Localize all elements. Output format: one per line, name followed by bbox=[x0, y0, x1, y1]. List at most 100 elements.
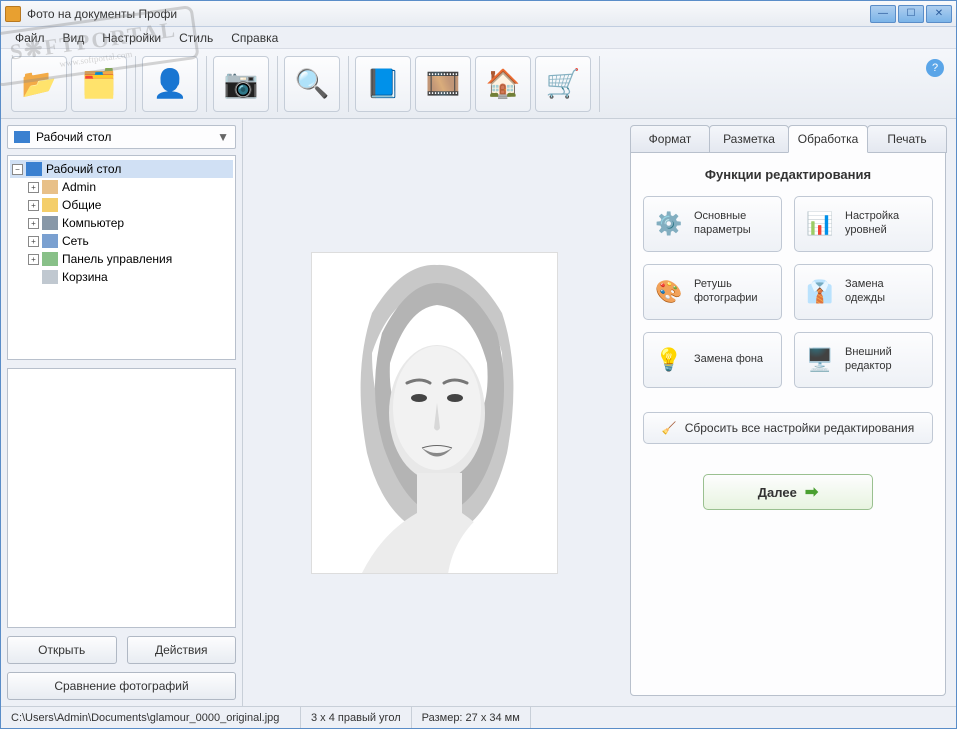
toolbar: 📂 🗂️ 👤 📷 🔍 📘 🎞️ 🏠 🛒 ? bbox=[1, 49, 956, 119]
func-label: Ретушь фотографии bbox=[694, 278, 771, 306]
tabs: Формат Разметка Обработка Печать bbox=[630, 125, 946, 153]
shopping-cart-icon: 🛒 bbox=[546, 67, 581, 100]
toolbar-cart[interactable]: 🛒 bbox=[535, 56, 591, 112]
location-combo[interactable]: Рабочий стол ▼ bbox=[7, 125, 236, 149]
app-icon bbox=[5, 6, 21, 22]
menu-view[interactable]: Вид bbox=[55, 29, 93, 47]
func-label: Замена одежды bbox=[845, 278, 922, 306]
func-label: Настройка уровней bbox=[845, 210, 922, 238]
function-grid: ⚙️ Основные параметры 📊 Настройка уровне… bbox=[643, 196, 933, 388]
titlebar: Фото на документы Профи — ☐ ✕ bbox=[1, 1, 956, 27]
window-title: Фото на документы Профи bbox=[27, 7, 870, 21]
main-content: Рабочий стол ▼ − Рабочий стол + Admin + … bbox=[1, 119, 956, 706]
expand-icon[interactable]: + bbox=[28, 200, 39, 211]
tree-item-computer[interactable]: + Компьютер bbox=[10, 214, 233, 232]
func-levels[interactable]: 📊 Настройка уровней bbox=[794, 196, 933, 252]
tree-item-label: Корзина bbox=[62, 270, 108, 284]
func-retouch[interactable]: 🎨 Ретушь фотографии bbox=[643, 264, 782, 320]
toolbar-magnifier[interactable]: 🔍 bbox=[284, 56, 340, 112]
left-panel: Рабочий стол ▼ − Рабочий стол + Admin + … bbox=[1, 119, 243, 706]
tab-format[interactable]: Формат bbox=[630, 125, 710, 153]
levels-icon: 📊 bbox=[805, 209, 835, 239]
user-folder-icon bbox=[42, 180, 58, 194]
tree-item-label: Admin bbox=[62, 180, 96, 194]
func-label: Замена фона bbox=[694, 353, 763, 367]
collapse-icon[interactable]: − bbox=[12, 164, 23, 175]
tree-item-label: Компьютер bbox=[62, 216, 124, 230]
thumbnail-preview bbox=[7, 368, 236, 628]
folders-icon: 🗂️ bbox=[82, 67, 117, 100]
person-clothes-icon: 👔 bbox=[805, 277, 835, 307]
combo-label: Рабочий стол bbox=[36, 130, 111, 144]
tab-pane-processing: Функции редактирования ⚙️ Основные парам… bbox=[630, 152, 946, 696]
tab-processing[interactable]: Обработка bbox=[788, 125, 868, 153]
tree-root-label: Рабочий стол bbox=[46, 162, 121, 176]
tree-item-public[interactable]: + Общие bbox=[10, 196, 233, 214]
menu-settings[interactable]: Настройки bbox=[94, 29, 169, 47]
minimize-button[interactable]: — bbox=[870, 5, 896, 23]
folder-icon bbox=[42, 198, 58, 212]
recycle-bin-icon bbox=[42, 270, 58, 284]
tree-item-label: Сеть bbox=[62, 234, 89, 248]
magnifier-image-icon: 🔍 bbox=[295, 67, 330, 100]
network-icon bbox=[42, 234, 58, 248]
expand-icon[interactable]: + bbox=[28, 182, 39, 193]
right-panel: Формат Разметка Обработка Печать Функции… bbox=[626, 119, 956, 706]
center-preview bbox=[243, 119, 626, 706]
func-basic-params[interactable]: ⚙️ Основные параметры bbox=[643, 196, 782, 252]
toolbar-open-folder[interactable]: 🗂️ bbox=[71, 56, 127, 112]
camera-icon: 📷 bbox=[224, 67, 259, 100]
expand-icon[interactable]: + bbox=[28, 254, 39, 265]
folder-open-icon: 📂 bbox=[22, 67, 57, 100]
toolbar-camera[interactable]: 📷 bbox=[213, 56, 269, 112]
palette-icon: 🎨 bbox=[654, 277, 684, 307]
reset-label: Сбросить все настройки редактирования bbox=[685, 421, 915, 435]
gear-icon: ⚙️ bbox=[654, 209, 684, 239]
computer-icon bbox=[42, 216, 58, 230]
expand-icon[interactable]: + bbox=[28, 236, 39, 247]
help-bubble-icon[interactable]: ? bbox=[926, 59, 944, 77]
chevron-down-icon: ▼ bbox=[217, 130, 229, 144]
folder-tree[interactable]: − Рабочий стол + Admin + Общие + Компью bbox=[7, 155, 236, 360]
tree-item-label: Общие bbox=[62, 198, 101, 212]
tab-print[interactable]: Печать bbox=[867, 125, 947, 153]
control-panel-icon bbox=[42, 252, 58, 266]
photo-preview[interactable] bbox=[312, 253, 557, 573]
status-format: 3 x 4 правый угол bbox=[301, 707, 412, 728]
toolbar-home[interactable]: 🏠 bbox=[475, 56, 531, 112]
actions-button[interactable]: Действия bbox=[127, 636, 237, 664]
tree-item-recycle-bin[interactable]: Корзина bbox=[10, 268, 233, 286]
status-size: Размер: 27 x 34 мм bbox=[412, 707, 531, 728]
next-button[interactable]: Далее ➡ bbox=[703, 474, 873, 510]
func-external-editor[interactable]: 🖥️ Внешний редактор bbox=[794, 332, 933, 388]
toolbar-open-file[interactable]: 📂 bbox=[11, 56, 67, 112]
monitor-icon: 🖥️ bbox=[805, 345, 835, 375]
menu-file[interactable]: Файл bbox=[7, 29, 53, 47]
toolbar-film[interactable]: 🎞️ bbox=[415, 56, 471, 112]
help-book-icon: 📘 bbox=[366, 67, 401, 100]
tree-root[interactable]: − Рабочий стол bbox=[10, 160, 233, 178]
expand-icon[interactable]: + bbox=[28, 218, 39, 229]
maximize-button[interactable]: ☐ bbox=[898, 5, 924, 23]
func-clothes[interactable]: 👔 Замена одежды bbox=[794, 264, 933, 320]
tree-item-control-panel[interactable]: + Панель управления bbox=[10, 250, 233, 268]
desktop-icon bbox=[26, 162, 42, 176]
tree-item-network[interactable]: + Сеть bbox=[10, 232, 233, 250]
desktop-icon bbox=[14, 131, 30, 143]
close-button[interactable]: ✕ bbox=[926, 5, 952, 23]
func-label: Основные параметры bbox=[694, 210, 771, 238]
menu-style[interactable]: Стиль bbox=[171, 29, 221, 47]
tree-item-admin[interactable]: + Admin bbox=[10, 178, 233, 196]
tree-item-label: Панель управления bbox=[62, 252, 172, 266]
toolbar-person[interactable]: 👤 bbox=[142, 56, 198, 112]
portrait-image bbox=[312, 253, 557, 573]
tab-layout[interactable]: Разметка bbox=[709, 125, 789, 153]
func-label: Внешний редактор bbox=[845, 346, 922, 374]
reset-button[interactable]: 🧹 Сбросить все настройки редактирования bbox=[643, 412, 933, 444]
open-button[interactable]: Открыть bbox=[7, 636, 117, 664]
toolbar-help-book[interactable]: 📘 bbox=[355, 56, 411, 112]
compare-button[interactable]: Сравнение фотографий bbox=[7, 672, 236, 700]
menu-help[interactable]: Справка bbox=[223, 29, 286, 47]
func-background[interactable]: 💡 Замена фона bbox=[643, 332, 782, 388]
film-reel-icon: 🎞️ bbox=[426, 67, 461, 100]
